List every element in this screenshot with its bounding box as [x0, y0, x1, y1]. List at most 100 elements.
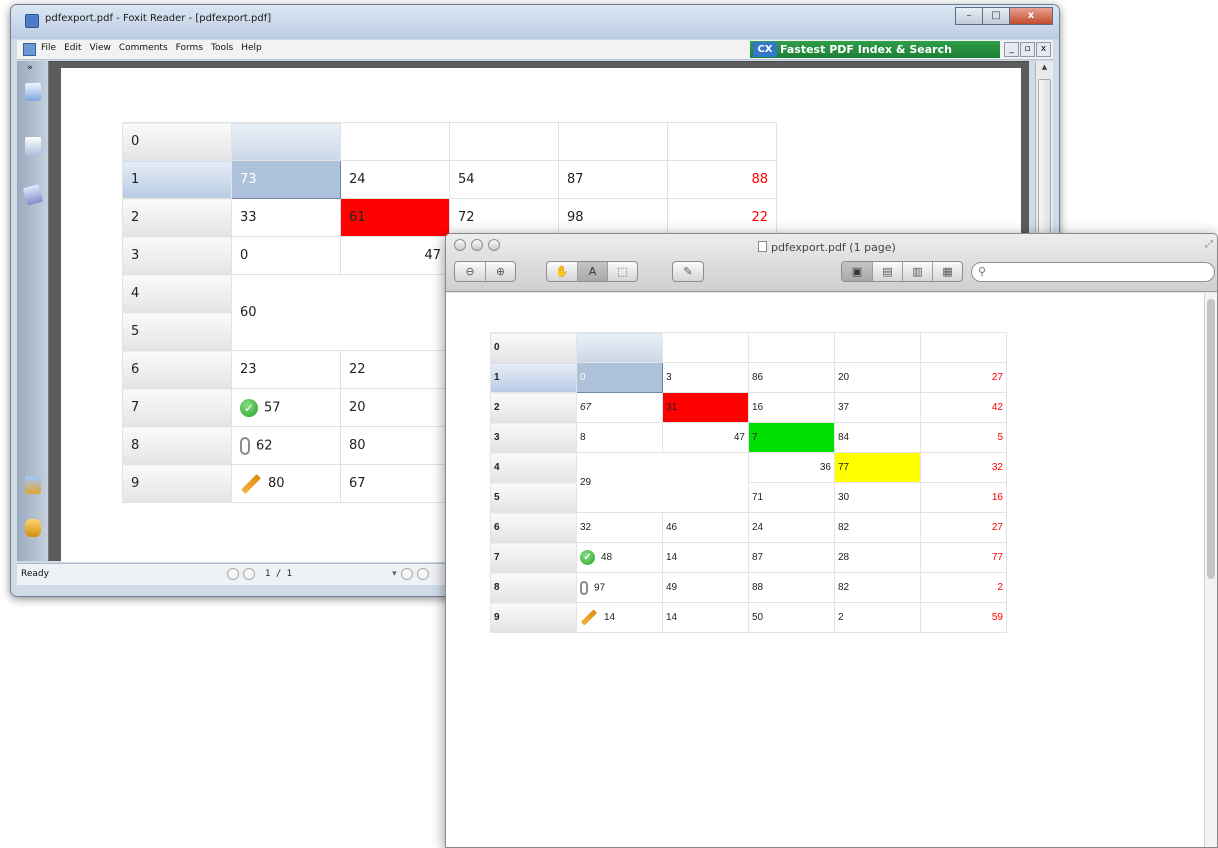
title-bar[interactable]: pdfexport.pdf (1 page) ⤢ ⊖ ⊕ ✋ A ⬚ ✎ ▣ ▤… — [446, 234, 1217, 292]
table-cell: 46 — [662, 512, 749, 543]
doc-restore-button[interactable]: ▫ — [1020, 42, 1035, 57]
menu-view[interactable]: View — [90, 43, 111, 53]
layers-icon[interactable] — [22, 184, 44, 206]
menu-edit[interactable]: Edit — [64, 43, 81, 53]
page-dropdown-icon[interactable]: ▾ — [392, 569, 397, 579]
cell-value: 62 — [256, 438, 273, 453]
maximize-button[interactable]: □ — [982, 7, 1010, 25]
selected-cell[interactable]: 73 — [231, 160, 341, 199]
table-cell: 20 — [340, 388, 450, 427]
table-cell: 87 — [748, 542, 835, 573]
view-continuous-button[interactable]: ▤ — [872, 262, 902, 281]
view-two-page-button[interactable]: ▥ — [902, 262, 932, 281]
row-header: 5 — [122, 312, 232, 351]
close-button[interactable] — [454, 239, 466, 251]
table-cell: 24 — [340, 160, 450, 199]
first-page-icon[interactable] — [227, 568, 239, 580]
hand-tool-button[interactable]: ✋ — [547, 262, 577, 281]
tool-controls: ✋ A ⬚ — [546, 261, 638, 282]
bookmarks-icon[interactable] — [25, 83, 41, 101]
row-header: 7 — [122, 388, 232, 427]
scroll-up-icon[interactable]: ▲ — [1038, 63, 1051, 75]
ad-banner[interactable]: CX Fastest PDF Index & Search — [750, 41, 1000, 58]
table-cell: 47 — [662, 422, 749, 453]
minimize-button[interactable] — [471, 239, 483, 251]
row-header: 8 — [490, 572, 577, 603]
cell-value: 48 — [601, 552, 613, 564]
table-cell: 24 — [748, 512, 835, 543]
attachments-icon[interactable] — [25, 519, 41, 537]
row-header: 8 — [122, 426, 232, 465]
doc-close-button[interactable]: x — [1036, 42, 1051, 57]
view-single-button[interactable]: ▣ — [842, 262, 872, 281]
previous-page-icon[interactable] — [243, 568, 255, 580]
table-row: 7 ✓ 48 14 87 28 77 — [490, 542, 1007, 573]
table-cell: 50 — [748, 602, 835, 633]
minimize-button[interactable]: – — [955, 7, 983, 25]
table-row: 9 14 14 50 2 59 — [490, 602, 1007, 633]
zoom-in-button[interactable]: ⊕ — [485, 262, 515, 281]
table-cell: 88 — [748, 572, 835, 603]
last-page-icon[interactable] — [416, 568, 429, 580]
table-cell: 16 — [748, 392, 835, 423]
menu-help[interactable]: Help — [241, 43, 262, 53]
window-title: pdfexport.pdf - Foxit Reader - [pdfexpor… — [45, 13, 272, 24]
zoom-out-button[interactable]: ⊖ — [455, 262, 485, 281]
table-cell: ✓ 57 — [231, 388, 341, 427]
table-cell: 80 — [231, 464, 341, 503]
menu-forms[interactable]: Forms — [176, 43, 203, 53]
table-cell: 14 — [662, 542, 749, 573]
window-title-text: pdfexport.pdf (1 page) — [771, 241, 896, 254]
doc-minimize-button[interactable]: _ — [1004, 42, 1019, 57]
table-cell: 49 — [662, 572, 749, 603]
table-cell: 36 — [748, 452, 835, 483]
search-icon: ⚲ — [978, 265, 987, 278]
column-header — [748, 332, 835, 363]
window-controls: – □ x — [955, 7, 1053, 25]
zoom-controls: ⊖ ⊕ — [454, 261, 516, 282]
rect-select-button[interactable]: ⬚ — [607, 262, 637, 281]
annotate-button[interactable]: ✎ — [673, 262, 703, 281]
search-input[interactable]: ⚲ — [971, 262, 1215, 282]
table-cell: 28 — [834, 542, 921, 573]
row-header: 6 — [490, 512, 577, 543]
column-header — [449, 122, 559, 161]
preview-window: pdfexport.pdf (1 page) ⤢ ⊖ ⊕ ✋ A ⬚ ✎ ▣ ▤… — [445, 233, 1218, 848]
title-bar[interactable]: pdfexport.pdf - Foxit Reader - [pdfexpor… — [11, 5, 1059, 39]
table-cell: 84 — [834, 422, 921, 453]
row-header: 2 — [122, 198, 232, 237]
document-icon[interactable] — [23, 43, 36, 56]
menu-tools[interactable]: Tools — [211, 43, 233, 53]
scrollbar-thumb[interactable] — [1207, 299, 1215, 579]
table-row: 2 33 61 72 98 22 — [122, 198, 777, 237]
row-header: 5 — [490, 482, 577, 513]
pages-icon[interactable] — [25, 137, 41, 155]
table-cell: 47 — [340, 236, 450, 275]
row-header: 9 — [122, 464, 232, 503]
expand-icon[interactable]: » — [27, 63, 33, 73]
menu-file[interactable]: File — [41, 43, 56, 53]
view-sidebar-button[interactable]: ▦ — [932, 262, 962, 281]
table-row: 0 — [490, 332, 1007, 363]
menu-comments[interactable]: Comments — [119, 43, 168, 53]
table-cell: 67 — [340, 464, 450, 503]
table-cell: 82 — [834, 572, 921, 603]
next-page-icon[interactable] — [400, 568, 413, 580]
table-cell: 32 — [920, 452, 1007, 483]
search-logo-icon: CX — [753, 42, 777, 57]
pencil-icon — [241, 473, 261, 494]
zoom-button[interactable] — [488, 239, 500, 251]
fullscreen-icon[interactable]: ⤢ — [1205, 239, 1213, 250]
table-cell: 8 — [576, 422, 663, 453]
checkmark-icon: ✓ — [240, 398, 258, 417]
page-indicator[interactable]: 1 / 1 — [265, 569, 292, 579]
table-cell: 14 — [576, 602, 663, 633]
vertical-scrollbar[interactable] — [1204, 293, 1217, 847]
selected-cell[interactable]: 0 — [576, 362, 663, 393]
yellow-cell: 77 — [834, 452, 921, 483]
close-button[interactable]: x — [1009, 7, 1053, 25]
text-select-button[interactable]: A — [577, 262, 607, 281]
table-cell: 5 — [920, 422, 1007, 453]
signatures-icon[interactable] — [25, 476, 41, 494]
merged-cell: 60 — [231, 274, 450, 351]
